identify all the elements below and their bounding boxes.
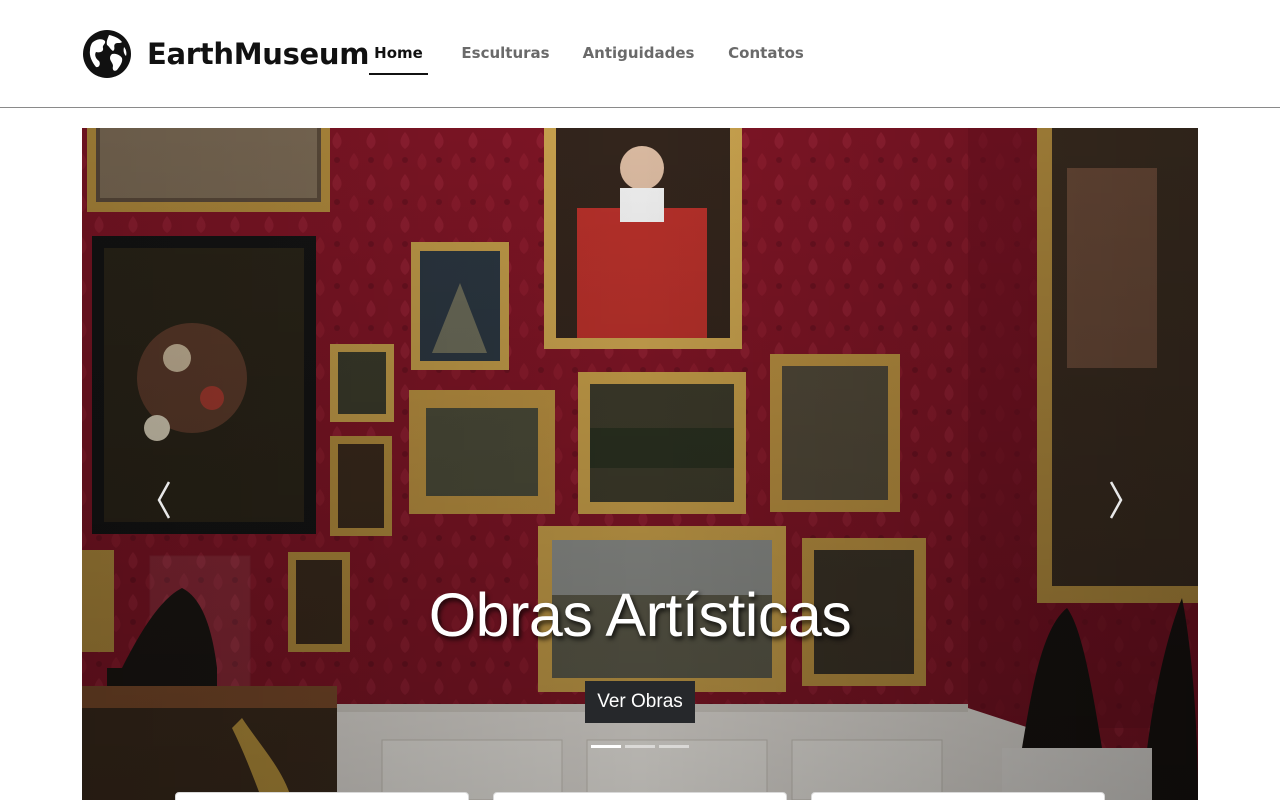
feature-card	[811, 792, 1105, 800]
slide-title: Obras Artísticas	[428, 581, 852, 649]
hero-carousel: Obras Artísticas Ver Obras	[82, 128, 1198, 800]
carousel-indicator-1[interactable]	[591, 745, 621, 748]
feature-card	[493, 792, 787, 800]
brand-name: EarthMuseum	[147, 37, 370, 71]
nav-home[interactable]: Home	[369, 30, 428, 76]
chevron-right-icon	[1109, 481, 1123, 519]
carousel-prev-button[interactable]	[140, 476, 188, 524]
nav-contatos[interactable]: Contatos	[728, 30, 804, 76]
brand[interactable]: EarthMuseum	[82, 28, 369, 80]
site-header: EarthMuseum Home Esculturas Antiguidades…	[0, 0, 1280, 108]
carousel-next-button[interactable]	[1092, 476, 1140, 524]
main-nav: Home Esculturas Antiguidades Contatos	[369, 30, 804, 76]
carousel-indicator-2[interactable]	[625, 745, 655, 748]
feature-card	[175, 792, 469, 800]
nav-esculturas[interactable]: Esculturas	[461, 30, 549, 76]
globe-icon	[83, 30, 131, 78]
carousel-indicators	[589, 745, 691, 748]
chevron-left-icon	[157, 481, 171, 519]
view-works-button[interactable]: Ver Obras	[585, 681, 695, 723]
carousel-indicator-3[interactable]	[659, 745, 689, 748]
nav-antiguidades[interactable]: Antiguidades	[583, 30, 695, 76]
slide-caption: Obras Artísticas	[82, 580, 1198, 650]
